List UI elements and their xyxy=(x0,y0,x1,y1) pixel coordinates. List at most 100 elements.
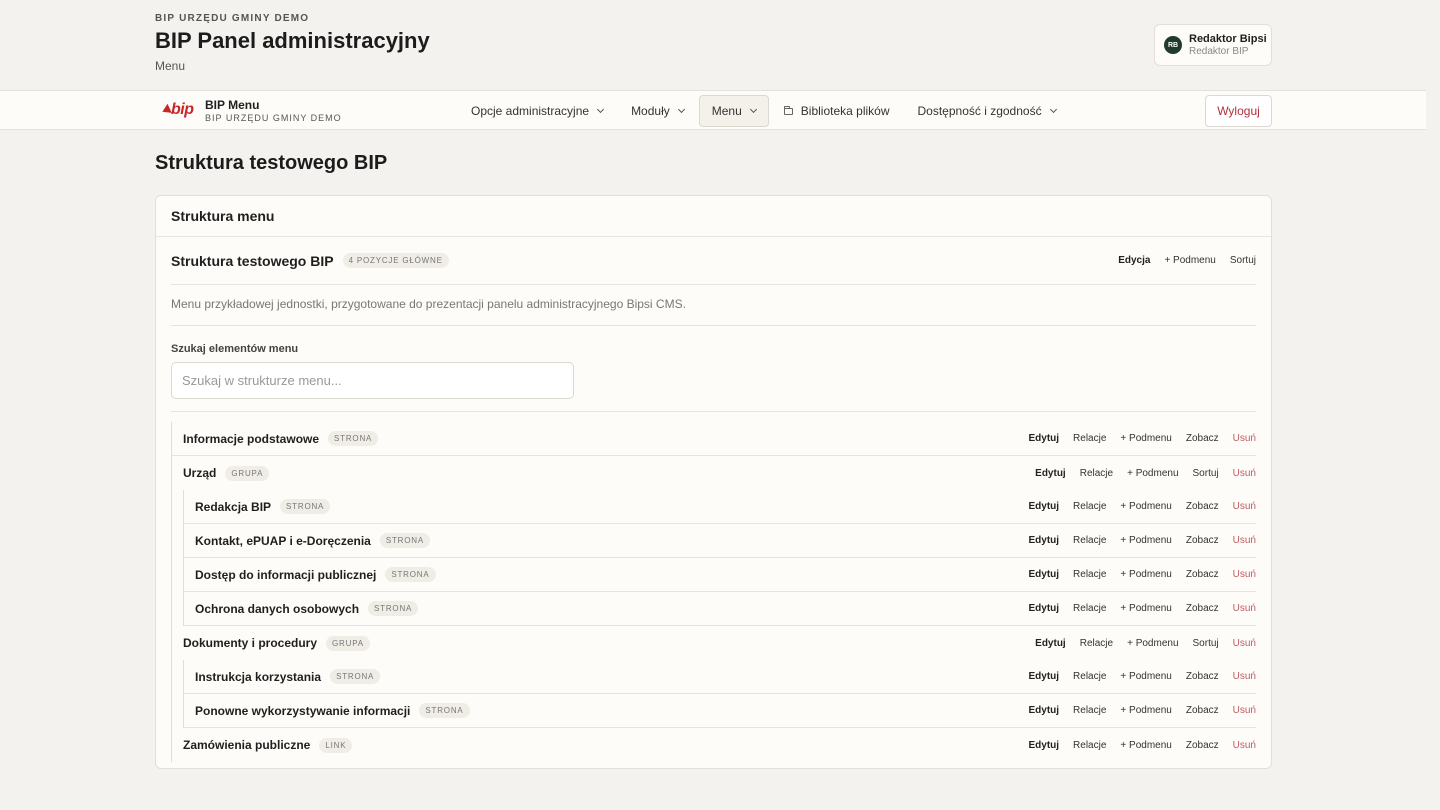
menu-summary-row: Struktura testowego BIP 4 POZYCJE GŁÓWNE… xyxy=(171,237,1256,285)
chevron-down-icon xyxy=(749,105,757,114)
tree-item-name: Zamówienia publiczne xyxy=(183,738,311,752)
sort-button[interactable]: Sortuj xyxy=(1193,468,1219,479)
delete-button[interactable]: Usuń xyxy=(1233,705,1256,716)
delete-button[interactable]: Usuń xyxy=(1233,740,1256,751)
tree-item-name: Dostęp do informacji publicznej xyxy=(195,567,377,582)
edit-button[interactable]: Edytuj xyxy=(1028,705,1059,716)
nav-item-file-library[interactable]: Biblioteka plików xyxy=(771,95,903,127)
add-submenu-button[interactable]: + Podmenu xyxy=(1120,535,1171,546)
relations-button[interactable]: Relacje xyxy=(1073,501,1106,512)
top-header: BIP URZĘDU GMINY DEMO BIP Panel administ… xyxy=(0,0,1440,90)
edit-button[interactable]: Edytuj xyxy=(1028,671,1059,682)
edit-button[interactable]: Edytuj xyxy=(1035,638,1066,649)
tree-item[interactable]: Ponowne wykorzystywanie informacji STRONA… xyxy=(184,694,1256,728)
search-label: Szukaj elementów menu xyxy=(171,343,299,355)
relations-button[interactable]: Relacje xyxy=(1073,740,1106,751)
relations-button[interactable]: Relacje xyxy=(1073,433,1106,444)
bip-logo-icon: bip xyxy=(160,101,194,119)
edit-button[interactable]: Edytuj xyxy=(1028,535,1059,546)
menu-structure-panel: Struktura menu Struktura testowego BIP 4… xyxy=(155,195,1272,769)
sort-button[interactable]: Sortuj xyxy=(1193,638,1219,649)
logo[interactable]: bip BIP Menu BIP URZĘDU GMINY DEMO xyxy=(160,98,341,123)
view-button[interactable]: Zobacz xyxy=(1186,569,1219,580)
add-submenu-button[interactable]: + Podmenu xyxy=(1120,740,1171,751)
relations-button[interactable]: Relacje xyxy=(1080,468,1113,479)
add-submenu-button[interactable]: + Podmenu xyxy=(1120,433,1171,444)
tree-item[interactable]: Urząd GRUPA Edytuj Relacje + Podmenu Sortuj Us… xyxy=(172,456,1256,490)
relations-button[interactable]: Relacje xyxy=(1080,638,1113,649)
menu-description: Menu przykładowej jednostki, przygotowan… xyxy=(171,285,1256,326)
nav-item-modules[interactable]: Moduły xyxy=(618,95,697,127)
add-submenu-button[interactable]: + Podmenu xyxy=(1127,638,1178,649)
edit-button[interactable]: Edytuj xyxy=(1028,740,1059,751)
add-submenu-button[interactable]: + Podmenu xyxy=(1120,671,1171,682)
tree-item-name: Kontakt, ePUAP i e-Doręczenia xyxy=(195,533,371,548)
relations-button[interactable]: Relacje xyxy=(1073,671,1106,682)
type-badge: STRONA xyxy=(419,703,470,718)
delete-button[interactable]: Usuń xyxy=(1233,535,1256,546)
menu-add-submenu-button[interactable]: + Podmenu xyxy=(1164,255,1215,266)
view-button[interactable]: Zobacz xyxy=(1186,501,1219,512)
add-submenu-button[interactable]: + Podmenu xyxy=(1120,705,1171,716)
relations-button[interactable]: Relacje xyxy=(1073,705,1106,716)
delete-button[interactable]: Usuń xyxy=(1233,468,1256,479)
tree-item[interactable]: Zamówienia publiczne LINK Edytuj Relacje + P… xyxy=(172,728,1256,762)
chevron-down-icon xyxy=(1049,105,1057,114)
add-submenu-button[interactable]: + Podmenu xyxy=(1120,501,1171,512)
edit-button[interactable]: Edytuj xyxy=(1028,433,1059,444)
org-name: BIP URZĘDU GMINY DEMO xyxy=(155,13,310,24)
edit-button[interactable]: Edytuj xyxy=(1035,468,1066,479)
view-button[interactable]: Zobacz xyxy=(1186,433,1219,444)
tree-children: Redakcja BIP STRONA Edytuj Relacje + Podmenu… xyxy=(183,490,1256,626)
relations-button[interactable]: Relacje xyxy=(1073,535,1106,546)
view-button[interactable]: Zobacz xyxy=(1186,671,1219,682)
delete-button[interactable]: Usuń xyxy=(1233,638,1256,649)
view-button[interactable]: Zobacz xyxy=(1186,603,1219,614)
tree-item[interactable]: Informacje podstawowe STRONA Edytuj Relacje… xyxy=(172,422,1256,456)
tree-item[interactable]: Dostęp do informacji publicznej STRONA Edy… xyxy=(184,558,1256,592)
tree-item-name: Instrukcja korzystania xyxy=(195,669,322,684)
edit-button[interactable]: Edytuj xyxy=(1028,569,1059,580)
menu-sort-button[interactable]: Sortuj xyxy=(1230,255,1256,266)
menu-count-badge: 4 POZYCJE GŁÓWNE xyxy=(342,253,449,268)
delete-button[interactable]: Usuń xyxy=(1233,433,1256,444)
view-button[interactable]: Zobacz xyxy=(1186,740,1219,751)
chevron-down-icon xyxy=(677,105,685,114)
menu-tree: Informacje podstawowe STRONA Edytuj Relacje… xyxy=(171,422,1256,762)
add-submenu-button[interactable]: + Podmenu xyxy=(1120,569,1171,580)
tree-item[interactable]: Instrukcja korzystania STRONA Edytuj Relacj… xyxy=(184,660,1256,694)
logo-title: BIP Menu xyxy=(205,98,260,112)
tree-item[interactable]: Redakcja BIP STRONA Edytuj Relacje + Podmenu… xyxy=(184,490,1256,524)
type-badge: STRONA xyxy=(280,499,331,514)
panel-heading: Struktura menu xyxy=(156,196,1271,237)
type-badge: STRONA xyxy=(330,669,381,684)
logout-button[interactable]: Wyloguj xyxy=(1205,95,1272,127)
delete-button[interactable]: Usuń xyxy=(1233,569,1256,580)
add-submenu-button[interactable]: + Podmenu xyxy=(1120,603,1171,614)
tree-item[interactable]: Kontakt, ePUAP i e-Doręczenia STRONA Edytu… xyxy=(184,524,1256,558)
main-nav: bip BIP Menu BIP URZĘDU GMINY DEMO Opcje… xyxy=(0,90,1426,130)
user-card[interactable]: RB Redaktor Bipsi Redaktor BIP xyxy=(1154,24,1272,66)
relations-button[interactable]: Relacje xyxy=(1073,569,1106,580)
search-input[interactable] xyxy=(171,362,574,399)
edit-button[interactable]: Edytuj xyxy=(1028,501,1059,512)
delete-button[interactable]: Usuń xyxy=(1233,603,1256,614)
menu-edit-button[interactable]: Edycja xyxy=(1118,255,1150,266)
delete-button[interactable]: Usuń xyxy=(1233,671,1256,682)
nav-item-menu[interactable]: Menu xyxy=(698,95,769,127)
view-button[interactable]: Zobacz xyxy=(1186,535,1219,546)
tree-item-name: Urząd xyxy=(183,466,217,480)
nav-item-admin-options[interactable]: Opcje administracyjne xyxy=(458,95,616,127)
add-submenu-button[interactable]: + Podmenu xyxy=(1127,468,1178,479)
relations-button[interactable]: Relacje xyxy=(1073,603,1106,614)
type-badge: GRUPA xyxy=(225,465,270,481)
delete-button[interactable]: Usuń xyxy=(1233,501,1256,512)
type-badge: STRONA xyxy=(328,431,379,446)
view-button[interactable]: Zobacz xyxy=(1186,705,1219,716)
type-badge: GRUPA xyxy=(326,635,370,651)
tree-item[interactable]: Ochrona danych osobowych STRONA Edytuj Rela… xyxy=(184,592,1256,626)
search-block: Szukaj elementów menu xyxy=(171,326,1256,412)
nav-item-accessibility[interactable]: Dostępność i zgodność xyxy=(905,95,1069,127)
edit-button[interactable]: Edytuj xyxy=(1028,603,1059,614)
tree-item[interactable]: Dokumenty i procedury GRUPA Edytuj Relacje +… xyxy=(172,626,1256,660)
